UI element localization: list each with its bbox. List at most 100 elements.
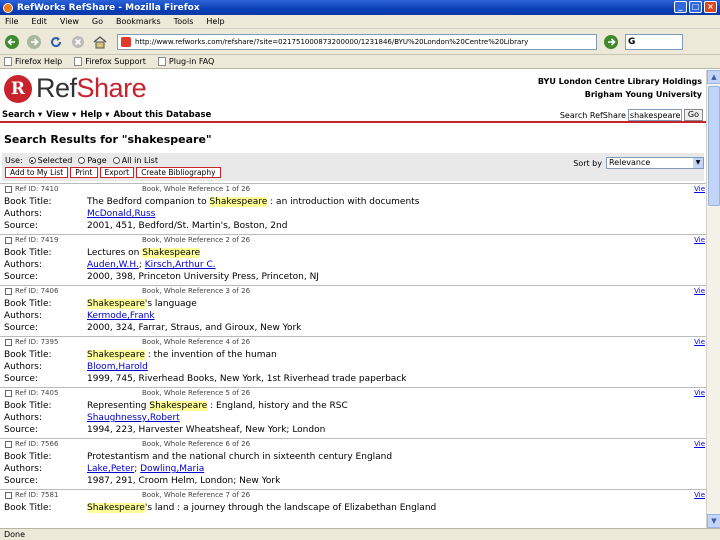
print-button[interactable]: Print — [70, 167, 98, 178]
menu-go[interactable]: Go — [92, 17, 103, 26]
author-link[interactable]: Bloom,Harold — [87, 362, 148, 372]
menu-tools[interactable]: Tools — [174, 17, 194, 26]
result-record: Ref ID: 7566 Book, Whole Reference 6 of 2… — [0, 438, 706, 489]
source-label: Source: — [4, 425, 38, 435]
record-authors: Auden,W.H.; Kirsch,Arthur C. — [87, 259, 216, 271]
forward-button[interactable] — [25, 33, 43, 51]
record-title: Lectures on Shakespeare — [87, 247, 201, 259]
source-label: Source: — [4, 221, 38, 231]
result-record: Ref ID: 7410 Book, Whole Reference 1 of 2… — [0, 183, 706, 234]
record-checkbox[interactable] — [5, 441, 12, 448]
view-record-link[interactable]: Vie — [694, 338, 705, 346]
author-link[interactable]: Shaughnessy,Robert — [87, 413, 180, 423]
record-checkbox[interactable] — [5, 186, 12, 193]
logo-share-text: Share — [76, 73, 147, 103]
view-record-link[interactable]: Vie — [694, 389, 705, 397]
record-source: 1987, 291, Croom Helm, London; New York — [87, 476, 281, 486]
authors-label: Authors: — [4, 362, 43, 372]
title-label: Book Title: — [4, 452, 52, 462]
back-button[interactable] — [3, 33, 21, 51]
create-bibliography-button[interactable]: Create Bibliography — [136, 167, 221, 178]
bookmark-firefox-help[interactable]: Firefox Help — [4, 57, 62, 66]
address-bar[interactable]: http://www.refworks.com/refshare/?site=0… — [117, 33, 597, 50]
menu-about[interactable]: About this Database — [113, 110, 211, 120]
scroll-up-icon[interactable]: ▲ — [707, 70, 720, 84]
bookmark-label: Firefox Support — [85, 57, 146, 66]
address-url: http://www.refworks.com/refshare/?site=0… — [135, 37, 529, 46]
view-record-link[interactable]: Vie — [694, 287, 705, 295]
bookmark-label: Firefox Help — [15, 57, 63, 66]
result-record: Ref ID: 7395 Book, Whole Reference 4 of 2… — [0, 336, 706, 387]
record-checkbox[interactable] — [5, 390, 12, 397]
title-label: Book Title: — [4, 503, 52, 513]
bookmark-label: Plug-in FAQ — [168, 57, 215, 66]
stop-button[interactable] — [69, 33, 87, 51]
record-source: 2000, 324, Farrar, Straus, and Giroux, N… — [87, 323, 302, 333]
author-link[interactable]: Auden,W.H. — [87, 260, 139, 270]
record-checkbox[interactable] — [5, 492, 12, 499]
firefox-icon — [3, 2, 13, 13]
add-to-list-button[interactable]: Add to My List — [5, 167, 69, 178]
author-link[interactable]: Kirsch,Arthur C. — [145, 260, 216, 270]
menu-help-rs[interactable]: Help ▾ — [80, 110, 109, 120]
bookmark-plugin-faq[interactable]: Plug-in FAQ — [157, 57, 215, 66]
bookmark-firefox-support[interactable]: Firefox Support — [74, 57, 146, 66]
author-link[interactable]: Lake,Peter — [87, 464, 134, 474]
results-toolbar: Use: Selected Page All in List Add to My… — [2, 153, 704, 181]
scroll-down-icon[interactable]: ▼ — [707, 514, 720, 528]
author-link[interactable]: McDonald,Russ — [87, 209, 155, 219]
view-record-link[interactable]: Vie — [694, 440, 705, 448]
menu-view[interactable]: View — [60, 17, 79, 26]
window-titlebar: RefWorks RefShare - Mozilla Firefox _ □ … — [0, 0, 720, 15]
menu-help[interactable]: Help — [206, 17, 224, 26]
library-name: BYU London Centre Library Holdings Brigh… — [538, 75, 702, 101]
results-title: Search Results for "shakespeare" — [4, 133, 212, 146]
use-selected-radio[interactable]: Selected — [28, 156, 72, 165]
title-highlight: Shakespeare — [209, 197, 268, 207]
record-type: Book, Whole Reference 3 of 26 — [142, 287, 251, 295]
author-link[interactable]: Dowling,Maria — [140, 464, 204, 474]
view-record-link[interactable]: Vie — [694, 185, 705, 193]
use-all-radio[interactable]: All in List — [112, 156, 158, 165]
record-checkbox[interactable] — [5, 237, 12, 244]
title-highlight: Shakespeare — [87, 350, 145, 360]
menu-bookmarks[interactable]: Bookmarks — [116, 17, 161, 26]
view-record-link[interactable]: Vie — [694, 236, 705, 244]
record-ref-id: Ref ID: 7566 — [15, 440, 59, 448]
home-button[interactable] — [91, 33, 109, 51]
chevron-down-icon: ▼ — [693, 158, 703, 168]
scroll-thumb[interactable] — [708, 86, 720, 206]
refshare-search-input[interactable] — [627, 109, 682, 121]
maximize-button[interactable]: □ — [689, 1, 702, 13]
vertical-scrollbar[interactable]: ▲ ▼ — [706, 70, 720, 528]
refshare-logo[interactable]: R RefShare — [4, 73, 147, 104]
view-record-link[interactable]: Vie — [694, 491, 705, 499]
browser-search-field[interactable]: G — [625, 33, 683, 50]
go-button[interactable] — [603, 34, 621, 50]
title-label: Book Title: — [4, 197, 52, 207]
minimize-button[interactable]: _ — [674, 1, 687, 13]
record-meta: Ref ID: 7419 Book, Whole Reference 2 of 2… — [5, 236, 705, 246]
menu-file[interactable]: File — [5, 17, 18, 26]
close-button[interactable]: × — [704, 1, 717, 13]
menu-view-rs[interactable]: View ▾ — [46, 110, 76, 120]
export-button[interactable]: Export — [99, 167, 135, 178]
author-link[interactable]: Kermode,Frank — [87, 311, 155, 321]
menu-edit[interactable]: Edit — [31, 17, 47, 26]
menu-search[interactable]: Search ▾ — [2, 110, 42, 120]
reload-icon — [51, 36, 62, 47]
title-text: 's land : a journey through the landscap… — [144, 503, 437, 513]
title-text: The Bedford companion to — [87, 197, 210, 207]
sort-select[interactable]: Relevance ▼ — [606, 157, 704, 169]
radio-label: Page — [87, 156, 107, 165]
record-checkbox[interactable] — [5, 339, 12, 346]
reload-button[interactable] — [47, 33, 65, 51]
record-ref-id: Ref ID: 7395 — [15, 338, 59, 346]
record-checkbox[interactable] — [5, 288, 12, 295]
use-page-radio[interactable]: Page — [78, 156, 107, 165]
refshare-logo-icon: R — [4, 74, 32, 103]
record-authors: Lake,Peter; Dowling,Maria — [87, 463, 204, 475]
stop-icon — [72, 35, 84, 48]
search-go-button[interactable]: Go — [683, 109, 703, 121]
title-text: : the invention of the human — [144, 350, 277, 360]
